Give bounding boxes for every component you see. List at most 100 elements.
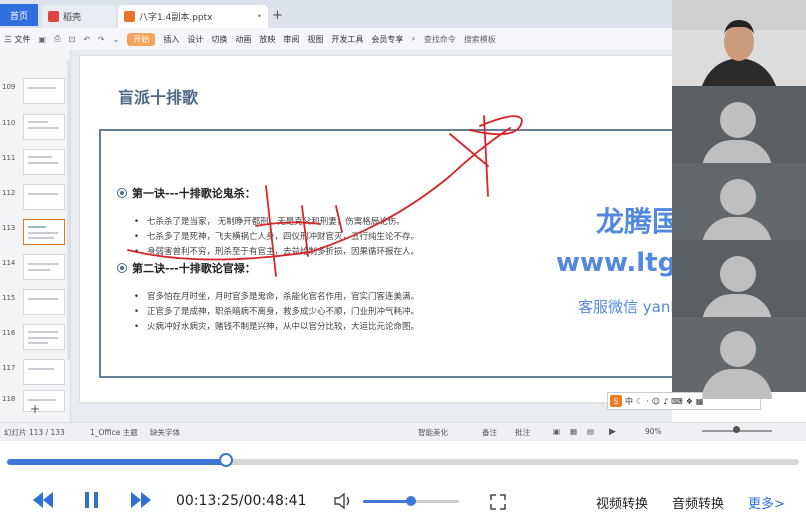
tab-home-label: 首页 — [9, 11, 28, 22]
export-icon[interactable]: ⊡ — [65, 35, 80, 44]
slide-thumbnail[interactable] — [23, 324, 65, 350]
tab-document[interactable]: 八字1.4副本.pptx • — [118, 5, 268, 28]
thumb-number: 110 — [2, 119, 16, 127]
slide-thumbnail[interactable] — [23, 254, 65, 280]
chevron-down-icon[interactable]: ⌄ — [109, 35, 124, 44]
add-slide-icon[interactable]: + — [30, 402, 40, 416]
search-icon[interactable]: ⌕ — [407, 34, 419, 44]
theme-name: 1_Office 主题 — [90, 428, 138, 437]
pptx-file-icon — [124, 11, 135, 22]
ime-logo-icon: S — [610, 395, 622, 407]
pen-annotation — [127, 115, 523, 277]
thumb-number: 116 — [2, 329, 16, 337]
ime-mode[interactable]: 中 — [625, 396, 633, 407]
presenter-video[interactable] — [672, 0, 806, 86]
keyboard-icon[interactable]: ⌨ — [671, 397, 683, 406]
fullscreen-icon[interactable] — [489, 493, 507, 511]
title-bar: 首页 稻壳 八字1.4副本.pptx • + — [0, 0, 672, 28]
status-bar: 幻灯片 113 / 133 1_Office 主题 缺失字体 智能美化 备注 批… — [0, 422, 806, 441]
rewind-icon[interactable] — [32, 490, 54, 510]
person-placeholder-icon — [700, 323, 774, 399]
punctuation-icon[interactable]: · — [646, 397, 649, 406]
tab-view[interactable]: 视图 — [303, 34, 327, 45]
thumb-number: 115 — [2, 294, 16, 302]
more-button[interactable]: 更多> — [748, 493, 785, 512]
tab-design[interactable]: 设计 — [183, 34, 207, 45]
thumb-number: 111 — [2, 154, 16, 162]
slide-position: 幻灯片 113 / 133 — [4, 428, 65, 437]
thumb-number: 117 — [2, 364, 16, 372]
skin-icon[interactable]: ❖ — [686, 397, 693, 406]
slide-thumbnail-panel: 109 110 111 112 113 114 115 116 117 118 — [0, 50, 71, 422]
audio-convert-button[interactable]: 音频转换 — [672, 493, 724, 512]
participant-video[interactable] — [672, 86, 806, 170]
thumb-number: 113 — [2, 224, 16, 232]
redo-icon[interactable]: ↷ — [94, 35, 109, 44]
close-tab-icon[interactable]: • — [257, 12, 262, 22]
slide-thumbnail[interactable] — [23, 78, 65, 104]
progress-knob[interactable] — [219, 453, 233, 467]
search-command[interactable]: 查找命令 — [420, 34, 460, 45]
presenter-avatar — [672, 0, 806, 86]
thumb-number: 118 — [2, 395, 16, 403]
thumb-number: 109 — [2, 83, 16, 91]
missing-font[interactable]: 缺失字体 — [150, 427, 180, 438]
new-tab-icon[interactable]: + — [272, 8, 283, 23]
zoom-slider-knob[interactable] — [733, 426, 740, 433]
participant-video[interactable] — [672, 240, 806, 324]
tab-animation[interactable]: 动画 — [231, 34, 255, 45]
menu-file[interactable]: 三 文件 — [0, 34, 35, 45]
tab-review[interactable]: 审阅 — [279, 34, 303, 45]
participant-video[interactable] — [672, 317, 806, 399]
reading-view-icon[interactable]: ▤ — [587, 427, 594, 436]
zoom-level[interactable]: 90% — [645, 427, 662, 436]
tab-member[interactable]: 会员专享 — [367, 34, 407, 45]
undo-icon[interactable]: ↶ — [79, 35, 94, 44]
thumbnail-scrollbar[interactable] — [67, 60, 70, 360]
video-convert-button[interactable]: 视频转换 — [596, 493, 648, 512]
tab-start[interactable]: 开始 — [127, 32, 156, 46]
play-slideshow-icon[interactable]: ▶ — [609, 427, 616, 437]
comment-button[interactable]: 批注 — [515, 427, 530, 438]
thumb-number: 112 — [2, 189, 16, 197]
thumb-number: 114 — [2, 259, 16, 267]
tab-document-label: 八字1.4副本.pptx — [139, 13, 213, 23]
wps-app-icon — [48, 11, 59, 22]
slide-thumbnail[interactable] — [23, 149, 65, 175]
volume-icon[interactable] — [333, 492, 353, 510]
person-placeholder-icon — [700, 248, 774, 324]
normal-view-icon[interactable]: ▣ — [553, 427, 560, 436]
print-icon[interactable]: ⎙ — [50, 34, 64, 44]
volume-fill — [363, 500, 411, 503]
tab-developer[interactable]: 开发工具 — [327, 34, 367, 45]
slide-thumbnail[interactable] — [23, 114, 65, 140]
tab-wps-label: 稻壳 — [63, 13, 82, 23]
participant-video[interactable] — [672, 163, 806, 247]
webcam-panel — [672, 0, 806, 399]
tab-home[interactable]: 首页 — [0, 4, 38, 26]
mic-icon[interactable]: ♪ — [663, 397, 668, 406]
slide-thumbnail-selected[interactable] — [23, 219, 65, 245]
tab-wps[interactable]: 稻壳 — [42, 5, 116, 28]
volume-knob[interactable] — [406, 496, 416, 506]
smart-beautify[interactable]: 智能美化 — [418, 427, 448, 438]
slide-thumbnail[interactable] — [23, 359, 65, 385]
tab-insert[interactable]: 插入 — [159, 34, 183, 45]
search-template[interactable]: 搜索模板 — [460, 34, 500, 45]
fast-forward-icon[interactable] — [130, 490, 152, 510]
ribbon-toolbar: 三 文件 ▣ ⎙ ⊡ ↶ ↷ ⌄ 开始 插入 设计 切换 动画 放映 审阅 视图… — [0, 28, 672, 51]
person-placeholder-icon — [700, 171, 774, 247]
time-display: 00:13:25/00:48:41 — [176, 493, 307, 509]
progress-fill — [7, 459, 226, 465]
sorter-view-icon[interactable]: ▦ — [570, 427, 577, 436]
pause-icon[interactable] — [83, 490, 101, 510]
slide-thumbnail[interactable] — [23, 184, 65, 210]
person-placeholder-icon — [700, 94, 774, 170]
tab-slideshow[interactable]: 放映 — [255, 34, 279, 45]
tab-transition[interactable]: 切换 — [207, 34, 231, 45]
save-icon[interactable]: ▣ — [35, 35, 51, 44]
slide-thumbnail[interactable] — [23, 289, 65, 315]
emoji-icon[interactable]: ☺ — [652, 397, 660, 406]
notes-button[interactable]: 备注 — [482, 427, 497, 438]
moon-icon[interactable]: ☾ — [636, 397, 643, 406]
